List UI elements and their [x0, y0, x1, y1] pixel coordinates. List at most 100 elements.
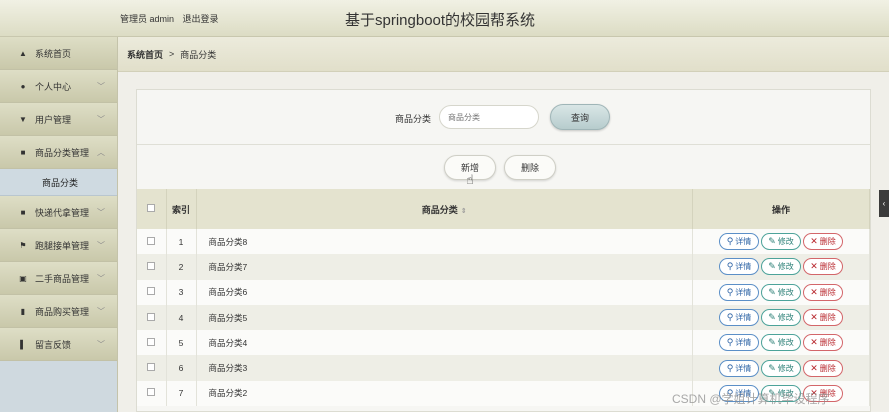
delete-button[interactable]: ✕ 删除	[803, 283, 843, 301]
pencil-icon: ✎	[768, 261, 776, 272]
select-all-checkbox[interactable]	[147, 204, 156, 212]
delete-button[interactable]: ✕ 删除	[803, 233, 843, 251]
breadcrumb-home[interactable]: 系统首页	[127, 48, 163, 61]
close-icon: ✕	[810, 337, 818, 348]
table-row: 2 商品分类7 ⚲ 详情 ✎ 修改 ✕ 删除	[137, 254, 870, 280]
sidebar-item-home[interactable]: ▲ 系统首页	[0, 37, 117, 70]
row-category-name: 商品分类4	[196, 330, 693, 356]
search-icon: ⚲	[726, 236, 734, 247]
top-header: 管理员 admin 退出登录 基于springboot的校园帮系统	[0, 0, 889, 37]
row-index: 3	[166, 279, 197, 305]
edit-button[interactable]: ✎ 修改	[761, 258, 801, 276]
delete-button[interactable]: ✕ 删除	[803, 258, 843, 276]
batch-delete-button[interactable]: 删除	[504, 155, 556, 180]
search-label: 商品分类	[395, 114, 432, 124]
row-checkbox[interactable]	[147, 388, 156, 397]
sidebar-item-feedback[interactable]: ▌ 留言反馈 ﹀	[0, 328, 117, 361]
row-checkbox[interactable]	[147, 287, 156, 296]
flag-icon: ⚑	[19, 240, 27, 250]
row-index: 5	[166, 330, 197, 356]
row-checkbox-cell	[137, 229, 167, 255]
delete-label: 删除	[819, 363, 836, 373]
sidebar-item-users[interactable]: ▼ 用户管理 ﹀	[0, 103, 117, 136]
row-operations: ⚲ 详情 ✎ 修改 ✕ 删除	[692, 254, 870, 280]
sidebar-item-label: 二手商品管理	[35, 273, 90, 284]
row-operations: ⚲ 详情 ✎ 修改 ✕ 删除	[692, 229, 870, 255]
chevron-down-icon: ﹀	[97, 241, 105, 250]
pencil-icon: ✎	[768, 286, 776, 297]
grid-icon: ■	[20, 207, 26, 217]
sidebar-item-category-manage[interactable]: ■ 商品分类管理 ︿	[0, 136, 117, 169]
category-header[interactable]: 商品分类 ⇕	[196, 189, 693, 229]
row-operations: ⚲ 详情 ✎ 修改 ✕ 删除	[692, 355, 870, 381]
delete-button[interactable]: ✕ 删除	[803, 309, 843, 327]
row-checkbox[interactable]	[147, 261, 156, 270]
close-icon: ✕	[810, 261, 818, 272]
delete-label: 删除	[819, 338, 836, 348]
sidebar-item-purchase[interactable]: ▮ 商品购买管理 ﹀	[0, 295, 117, 328]
row-operations: ⚲ 详情 ✎ 修改 ✕ 删除	[692, 330, 870, 356]
sidebar-item-label: 商品购买管理	[35, 306, 90, 317]
detail-label: 详情	[735, 338, 752, 348]
sidebar-item-label: 留言反馈	[35, 339, 72, 350]
detail-label: 详情	[735, 287, 752, 297]
detail-button[interactable]: ⚲ 详情	[719, 359, 759, 377]
detail-button[interactable]: ⚲ 详情	[719, 309, 759, 327]
sidebar-item-label: 系统首页	[35, 48, 72, 59]
sidebar-item-errand[interactable]: ⚑ 跑腿接单管理 ﹀	[0, 229, 117, 262]
row-checkbox[interactable]	[147, 363, 156, 372]
action-bar: 新增 删除 ☝	[137, 145, 870, 189]
pencil-icon: ✎	[768, 337, 776, 348]
search-icon: ⚲	[726, 261, 734, 272]
delete-button[interactable]: ✕ 删除	[803, 334, 843, 352]
detail-button[interactable]: ⚲ 详情	[719, 258, 759, 276]
row-checkbox[interactable]	[147, 312, 156, 321]
row-category-name: 商品分类5	[196, 304, 693, 331]
detail-button[interactable]: ⚲ 详情	[719, 233, 759, 251]
row-checkbox-cell	[137, 254, 167, 280]
logout-link[interactable]: 退出登录	[183, 14, 219, 24]
sidebar-item-label: 商品分类管理	[35, 147, 90, 158]
edit-button[interactable]: ✎ 修改	[761, 359, 801, 377]
content-panel: 商品分类 查询 新增 删除 ☝ 索引 商品分类⇕ 操作 1商品分类8⚲详情✎修改…	[136, 89, 871, 412]
edit-label: 修改	[777, 313, 794, 323]
search-icon: ⚲	[726, 337, 734, 348]
row-checkbox[interactable]	[147, 236, 156, 245]
detail-label: 详情	[735, 313, 752, 323]
detail-label: 详情	[735, 262, 752, 272]
detail-button[interactable]: ⚲ 详情	[719, 283, 759, 301]
sidebar-item-express[interactable]: ■ 快递代拿管理 ﹀	[0, 196, 117, 229]
delete-label: 删除	[819, 237, 836, 247]
delete-button[interactable]: ✕ 删除	[803, 359, 843, 377]
table-header-row: 索引 商品分类 ⇕ 操作	[137, 189, 870, 229]
detail-button[interactable]: ⚲ 详情	[719, 334, 759, 352]
category-header-label: 商品分类	[421, 204, 458, 215]
edit-button[interactable]: ✎ 修改	[761, 309, 801, 327]
clipboard-icon: ▣	[19, 273, 27, 283]
row-checkbox[interactable]	[147, 337, 156, 346]
main-content: 系统首页 > 商品分类 商品分类 查询 新增 删除 ☝ 索引 商品分类⇕ 操作 …	[118, 37, 889, 412]
edit-label: 修改	[777, 287, 794, 297]
sort-icon[interactable]: ⇕	[461, 208, 467, 215]
chevron-down-icon: ﹀	[97, 208, 105, 217]
sidebar-item-label: 快递代拿管理	[35, 207, 90, 218]
sidebar-subitem-category[interactable]: 商品分类	[0, 169, 117, 196]
ops-header: 操作	[692, 189, 870, 229]
breadcrumb-separator: >	[169, 49, 175, 59]
sidebar-item-secondhand[interactable]: ▣ 二手商品管理 ﹀	[0, 262, 117, 295]
edit-button[interactable]: ✎ 修改	[761, 334, 801, 352]
row-operations: ⚲ 详情 ✎ 修改 ✕ 删除	[692, 304, 870, 331]
edit-button[interactable]: ✎ 修改	[761, 283, 801, 301]
chevron-up-icon: ︿	[97, 148, 105, 157]
row-operations: ⚲ 详情 ✎ 修改 ✕ 删除	[692, 279, 870, 305]
sidebar-item-personal[interactable]: ● 个人中心 ﹀	[0, 70, 117, 103]
category-search-input[interactable]	[439, 105, 539, 129]
edit-button[interactable]: ✎ 修改	[761, 233, 801, 251]
row-checkbox-cell	[137, 380, 167, 407]
row-category-name: 商品分类6	[196, 279, 693, 305]
chevron-down-icon: ﹀	[97, 115, 105, 124]
edit-label: 修改	[777, 338, 794, 348]
collapse-tab-icon[interactable]: ‹	[879, 190, 889, 217]
query-button[interactable]: 查询	[550, 104, 610, 130]
row-index: 2	[166, 254, 197, 280]
